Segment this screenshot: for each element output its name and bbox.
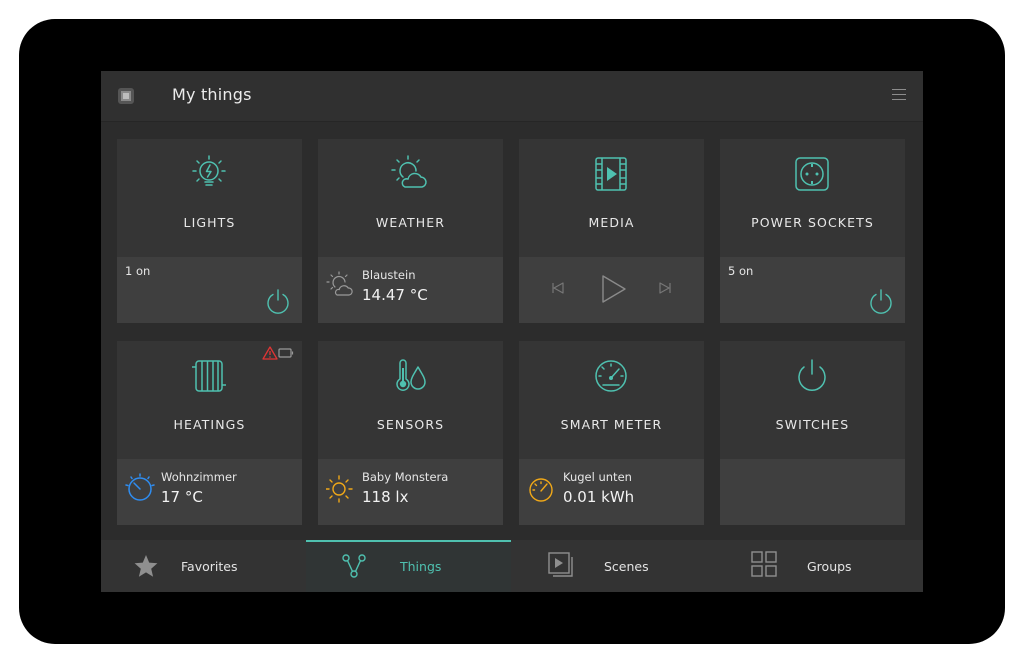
sensor-name: Baby Monstera xyxy=(362,470,449,484)
nav-label: Things xyxy=(400,559,442,574)
tile-label: LIGHTS xyxy=(183,215,236,230)
thermometer-drop-icon xyxy=(396,359,426,391)
tile-media[interactable]: MEDIA xyxy=(519,139,704,323)
tile-switches-info xyxy=(720,459,905,525)
radiator-icon xyxy=(192,360,226,392)
tile-smart-meter[interactable]: SMART METER Kugel unten 0.01 kWh xyxy=(519,341,704,525)
tile-lights-header[interactable]: LIGHTS xyxy=(117,139,302,257)
skip-previous-icon[interactable] xyxy=(551,281,565,295)
things-network-icon xyxy=(342,554,366,578)
nav-label: Favorites xyxy=(181,559,238,574)
tile-power-sockets-header[interactable]: POWER SOCKETS xyxy=(720,139,905,257)
power-socket-icon xyxy=(795,157,829,191)
tile-label: SENSORS xyxy=(376,417,445,432)
bulb-icon xyxy=(192,155,226,186)
star-icon xyxy=(134,555,158,577)
weather-temperature: 14.47 °C xyxy=(362,286,428,304)
skip-next-icon[interactable] xyxy=(658,281,672,295)
sockets-status-text: 5 on xyxy=(728,264,754,278)
nav-groups[interactable]: Groups xyxy=(717,540,923,592)
low-battery-warning-icon xyxy=(262,346,294,360)
tile-lights[interactable]: LIGHTS 1 on xyxy=(117,139,302,323)
tile-label: HEATINGS xyxy=(173,417,246,432)
nav-things[interactable]: Things xyxy=(306,540,511,592)
heating-temperature: 17 °C xyxy=(161,488,203,506)
tile-label: POWER SOCKETS xyxy=(751,215,874,230)
tile-power-sockets-status: 5 on xyxy=(720,257,905,323)
app-square-icon[interactable] xyxy=(118,88,134,104)
scenes-play-icon xyxy=(548,552,573,577)
tile-sensors-header[interactable]: SENSORS xyxy=(318,341,503,459)
tile-power-sockets[interactable]: POWER SOCKETS 5 on xyxy=(720,139,905,323)
play-icon[interactable] xyxy=(599,273,629,305)
nav-label: Scenes xyxy=(604,559,649,574)
app-screen: My things LIGHTS 1 on WEATHER Blaustein … xyxy=(101,71,923,592)
tile-label: WEATHER xyxy=(375,215,446,230)
tile-weather-header[interactable]: WEATHER xyxy=(318,139,503,257)
meter-name: Kugel unten xyxy=(563,470,632,484)
tile-weather-info: Blaustein 14.47 °C xyxy=(318,257,503,323)
tile-heatings-header[interactable]: HEATINGS xyxy=(117,341,302,459)
tile-media-header[interactable]: MEDIA xyxy=(519,139,704,257)
groups-grid-icon xyxy=(751,551,777,577)
nav-label: Groups xyxy=(807,559,852,574)
lights-status-text: 1 on xyxy=(125,264,151,278)
tile-heatings-info: Wohnzimmer 17 °C xyxy=(117,459,302,525)
tile-heatings[interactable]: HEATINGS Wohnzimmer 17 °C xyxy=(117,341,302,525)
power-icon xyxy=(798,359,826,391)
power-icon[interactable] xyxy=(264,287,292,315)
heating-room: Wohnzimmer xyxy=(161,470,237,484)
tile-smart-meter-header[interactable]: SMART METER xyxy=(519,341,704,459)
thermostat-dial-icon xyxy=(125,473,155,501)
sun-icon xyxy=(326,475,353,503)
hamburger-menu-icon[interactable] xyxy=(892,89,906,101)
sensor-value: 118 lx xyxy=(362,488,409,506)
tile-label: SWITCHES xyxy=(775,417,850,432)
bottom-navigation: Favorites Things Scenes Groups xyxy=(101,540,923,592)
weather-sun-cloud-icon xyxy=(326,271,353,296)
gauge-icon xyxy=(529,478,553,502)
top-bar: My things xyxy=(101,71,923,122)
nav-scenes[interactable]: Scenes xyxy=(511,540,717,592)
tile-smart-meter-info: Kugel unten 0.01 kWh xyxy=(519,459,704,525)
weather-location: Blaustein xyxy=(362,268,416,282)
tile-switches-header[interactable]: SWITCHES xyxy=(720,341,905,459)
power-icon[interactable] xyxy=(867,287,895,315)
gauge-icon xyxy=(595,360,627,392)
film-play-icon xyxy=(595,157,627,191)
nav-favorites[interactable]: Favorites xyxy=(101,540,306,592)
tile-lights-status: 1 on xyxy=(117,257,302,323)
meter-value: 0.01 kWh xyxy=(563,488,635,506)
media-controls xyxy=(519,257,704,323)
page-title: My things xyxy=(172,85,252,104)
tile-switches[interactable]: SWITCHES xyxy=(720,341,905,525)
tile-label: MEDIA xyxy=(588,215,635,230)
tile-sensors[interactable]: SENSORS Baby Monstera 118 lx xyxy=(318,341,503,525)
tile-weather[interactable]: WEATHER Blaustein 14.47 °C xyxy=(318,139,503,323)
tile-sensors-info: Baby Monstera 118 lx xyxy=(318,459,503,525)
tile-label: SMART METER xyxy=(560,417,663,432)
weather-sun-cloud-icon xyxy=(391,155,427,188)
